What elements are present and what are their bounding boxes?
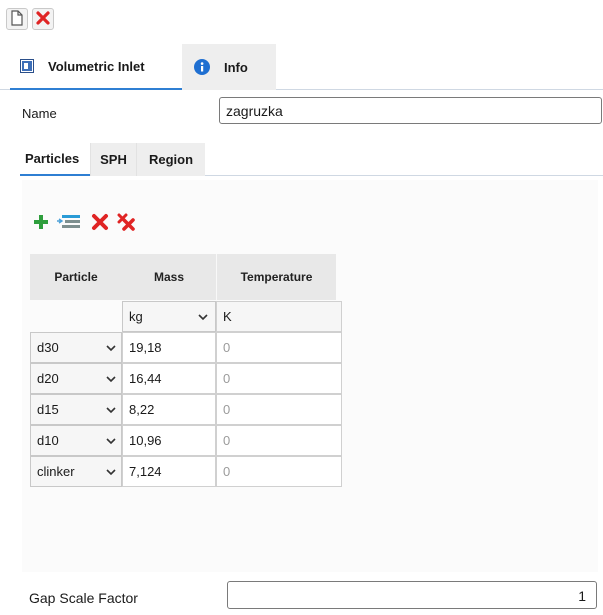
particle-value: d30	[37, 340, 59, 355]
mass-value: 16,44	[129, 371, 162, 386]
temperature-unit-cell: K	[216, 301, 342, 332]
column-header-mass[interactable]: Mass	[122, 254, 216, 300]
chevron-down-icon	[105, 466, 117, 478]
table-row: d30 19,18 0	[30, 332, 342, 363]
particle-select[interactable]: clinker	[30, 456, 122, 487]
temperature-cell[interactable]: 0	[216, 363, 342, 394]
table-row: d20 16,44 0	[30, 363, 342, 394]
temperature-value: 0	[223, 464, 231, 479]
red-x-icon	[36, 10, 50, 28]
particle-value: d15	[37, 402, 59, 417]
units-empty-cell	[30, 301, 122, 332]
mass-cell[interactable]: 8,22	[122, 394, 216, 425]
temperature-cell[interactable]: 0	[216, 332, 342, 363]
mass-cell[interactable]: 10,96	[122, 425, 216, 456]
edit-list-icon	[56, 213, 82, 234]
temperature-cell[interactable]: 0	[216, 425, 342, 456]
inlet-icon	[20, 59, 34, 73]
sub-tabs: Particles SPH Region	[20, 143, 603, 176]
delete-all-button[interactable]	[113, 210, 139, 236]
main-tabs: Volumetric Inlet Info	[0, 44, 603, 90]
table-row: clinker 7,124 0	[30, 456, 342, 487]
units-row: kg K	[30, 301, 342, 332]
name-input[interactable]: zagruzka	[219, 97, 602, 124]
particle-value: d20	[37, 371, 59, 386]
mass-unit-value: kg	[129, 309, 143, 324]
particle-value: clinker	[37, 464, 75, 479]
mass-unit-select[interactable]: kg	[122, 301, 216, 332]
mass-value: 10,96	[129, 433, 162, 448]
mass-value: 7,124	[129, 464, 162, 479]
top-toolbar	[0, 0, 603, 36]
temperature-cell[interactable]: 0	[216, 394, 342, 425]
chevron-down-icon	[105, 435, 117, 447]
add-particle-button[interactable]	[28, 210, 54, 236]
particle-select[interactable]: d20	[30, 363, 122, 394]
mass-cell[interactable]: 16,44	[122, 363, 216, 394]
mass-value: 8,22	[129, 402, 155, 417]
tab-region[interactable]: Region	[136, 143, 205, 176]
tab-label: Volumetric Inlet	[48, 58, 145, 74]
delete-button[interactable]	[32, 8, 54, 30]
table-row: d15 8,22 0	[30, 394, 342, 425]
chevron-down-icon	[197, 311, 209, 323]
name-label: Name	[22, 106, 57, 121]
chevron-down-icon	[105, 404, 117, 416]
delete-particle-button[interactable]	[87, 210, 113, 236]
chevron-down-icon	[105, 342, 117, 354]
particle-select[interactable]: d15	[30, 394, 122, 425]
temperature-cell[interactable]: 0	[216, 456, 342, 487]
delete-all-icon	[116, 212, 136, 235]
tab-volumetric-inlet[interactable]: Volumetric Inlet	[10, 44, 182, 90]
column-header-particle[interactable]: Particle	[30, 254, 122, 300]
name-row: Name zagruzka	[0, 95, 603, 133]
particle-select[interactable]: d10	[30, 425, 122, 456]
tab-sph[interactable]: SPH	[90, 143, 136, 176]
delete-icon	[91, 213, 109, 234]
mass-cell[interactable]: 7,124	[122, 456, 216, 487]
gap-scale-input[interactable]: 1	[227, 581, 597, 609]
new-document-button[interactable]	[6, 8, 28, 30]
temperature-value: 0	[223, 371, 231, 386]
add-icon	[32, 213, 50, 234]
temperature-value: 0	[223, 340, 231, 355]
tab-particles[interactable]: Particles	[20, 143, 90, 176]
particle-select[interactable]: d30	[30, 332, 122, 363]
mass-cell[interactable]: 19,18	[122, 332, 216, 363]
info-icon	[194, 59, 210, 75]
mass-value: 19,18	[129, 340, 162, 355]
gap-scale-label: Gap Scale Factor	[29, 590, 138, 606]
edit-list-button[interactable]	[54, 210, 84, 236]
temperature-value: 0	[223, 402, 231, 417]
table-row: d10 10,96 0	[30, 425, 342, 456]
temperature-value: 0	[223, 433, 231, 448]
temperature-unit-value: K	[223, 309, 232, 324]
column-header-temperature[interactable]: Temperature	[216, 254, 336, 300]
chevron-down-icon	[105, 373, 117, 385]
particle-value: d10	[37, 433, 59, 448]
tab-label: Info	[224, 59, 248, 75]
document-icon	[10, 9, 24, 29]
tab-info[interactable]: Info	[182, 44, 276, 90]
gap-scale-row: Gap Scale Factor 1	[0, 578, 603, 615]
